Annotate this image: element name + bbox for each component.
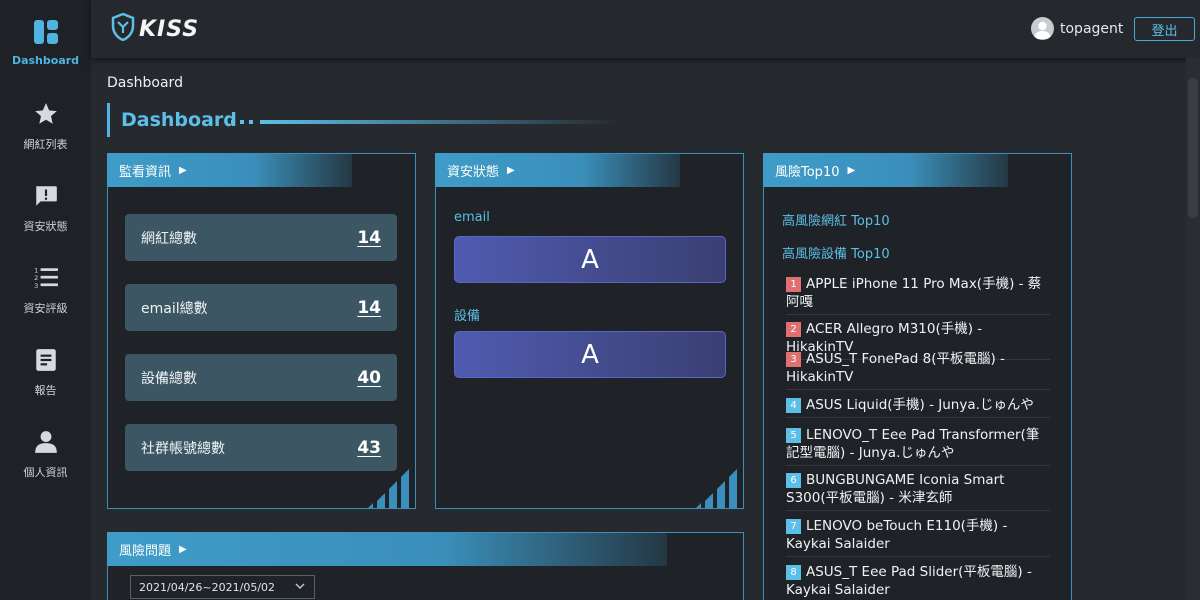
logout-button[interactable]: 登出: [1134, 17, 1195, 41]
sidebar-item-label: 個人資訊: [23, 466, 68, 479]
list-item-text: LENOVO beTouch E110(手機) - Kaykai Salaide…: [786, 518, 1008, 552]
sidebar-item-label: 網紅列表: [23, 138, 68, 151]
rank-badge: 2: [786, 322, 801, 337]
page-title: Dashboard: [121, 109, 237, 131]
sidebar-item-report[interactable]: 報告: [0, 346, 91, 416]
list-item-text: ASUS_T FonePad 8(平板電腦) - HikakinTV: [786, 351, 1005, 385]
corner-decoration: [695, 469, 737, 509]
stat-label: 社群帳號總數: [141, 440, 225, 457]
dashboard-icon: [32, 18, 60, 46]
sidebar-item-label: Dashboard: [11, 54, 80, 67]
list-item-text: ASUS_T Eee Pad Slider(平板電腦) - Kaykai Sal…: [786, 564, 1032, 598]
high-risk-influencer-link[interactable]: 高風險網紅 Top10: [782, 210, 890, 229]
panel-title: 風險Top10: [775, 164, 840, 180]
monitor-panel-header[interactable]: 監看資訊 ▶: [107, 153, 352, 187]
list-item[interactable]: 4 ASUS Liquid(手機) - Junya.じゅんや: [786, 396, 1050, 418]
stat-card-social-accounts[interactable]: 社群帳號總數 43: [125, 424, 397, 471]
sidebar-item-security-rating[interactable]: 1 2 3 資安評級: [0, 264, 91, 334]
security-status-panel-header[interactable]: 資安狀態 ▶: [435, 153, 680, 187]
scrollbar[interactable]: [1186, 58, 1200, 600]
stat-value[interactable]: 40: [357, 368, 381, 388]
panel-title: 資安狀態: [447, 164, 500, 180]
high-risk-device-link[interactable]: 高風險設備 Top10: [782, 243, 890, 262]
rank-badge: 3: [786, 352, 801, 367]
date-range-select[interactable]: 2021/04/26~2021/05/02: [130, 575, 315, 599]
shield-logo-icon: [111, 12, 135, 45]
stat-label: 網紅總數: [141, 230, 197, 247]
corner-decoration: [367, 469, 409, 509]
stat-card-emails[interactable]: email總數 14: [125, 284, 397, 331]
list-item[interactable]: 8 ASUS_T Eee Pad Slider(平板電腦) - Kaykai Sa…: [786, 563, 1050, 600]
svg-text:3: 3: [34, 282, 38, 290]
rank-badge: 6: [786, 473, 801, 488]
monitor-panel: 監看資訊 ▶ 網紅總數 14 email總數 14 設備總數 40 社群帳號總數…: [107, 153, 416, 509]
list-item-text: ASUS Liquid(手機) - Junya.じゅんや: [806, 397, 1034, 413]
list-item-text: APPLE iPhone 11 Pro Max(手機) - 蔡阿嘎: [786, 276, 1042, 310]
sidebar-item-dashboard[interactable]: Dashboard: [0, 18, 91, 88]
device-label: 設備: [454, 309, 481, 324]
email-label: email: [454, 210, 490, 225]
device-grade[interactable]: A: [454, 331, 726, 378]
rank-badge: 4: [786, 398, 801, 413]
user-menu[interactable]: topagent: [1031, 17, 1123, 40]
sidebar: Dashboard 網紅列表 資安狀態 1 2 3 資安評級 報告 個人資訊: [0, 0, 91, 600]
stat-card-devices[interactable]: 設備總數 40: [125, 354, 397, 401]
stat-label: 設備總數: [141, 370, 197, 387]
list-item[interactable]: 3 ASUS_T FonePad 8(平板電腦) - HikakinTV: [786, 350, 1050, 390]
breadcrumb: Dashboard: [107, 75, 183, 91]
scrollbar-thumb[interactable]: [1188, 78, 1198, 218]
sidebar-item-label: 資安狀態: [23, 220, 68, 233]
top-bar: KISS topagent 登出: [91, 0, 1200, 58]
risk-issues-panel: 風險問題 ▶ 2021/04/26~2021/05/02: [107, 532, 744, 600]
alert-message-icon: [32, 182, 60, 210]
risk-issues-panel-header[interactable]: 風險問題 ▶: [107, 532, 667, 566]
list-item[interactable]: 1 APPLE iPhone 11 Pro Max(手機) - 蔡阿嘎: [786, 275, 1050, 315]
stat-value[interactable]: 14: [357, 228, 381, 248]
play-arrow-icon: ▶: [179, 543, 187, 555]
list-item[interactable]: 5 LENOVO_T Eee Pad Transformer(筆記型電腦) - J…: [786, 426, 1050, 466]
ordered-list-icon: 1 2 3: [32, 264, 60, 292]
stat-value[interactable]: 14: [357, 298, 381, 318]
rank-badge: 8: [786, 565, 801, 580]
document-icon: [32, 346, 60, 374]
stat-card-influencers[interactable]: 網紅總數 14: [125, 214, 397, 261]
sidebar-item-label: 資安評級: [23, 302, 68, 315]
sidebar-item-influencer-list[interactable]: 網紅列表: [0, 100, 91, 170]
username: topagent: [1060, 20, 1124, 37]
heading-accent-bar: [107, 103, 110, 137]
logo-text: KISS: [139, 16, 200, 42]
sidebar-item-personal-info[interactable]: 個人資訊: [0, 428, 91, 498]
play-arrow-icon: ▶: [179, 164, 187, 176]
logo[interactable]: KISS: [111, 12, 200, 45]
list-item[interactable]: 7 LENOVO beTouch E110(手機) - Kaykai Salaid…: [786, 517, 1050, 557]
list-item-text: LENOVO_T Eee Pad Transformer(筆記型電腦) - Ju…: [786, 427, 1040, 461]
star-icon: [32, 100, 60, 128]
date-range-value: 2021/04/26~2021/05/02: [139, 580, 276, 594]
user-icon: [32, 428, 60, 456]
play-arrow-icon: ▶: [507, 164, 515, 176]
rank-badge: 7: [786, 519, 801, 534]
play-arrow-icon: ▶: [847, 164, 856, 176]
stat-value[interactable]: 43: [357, 438, 381, 458]
security-status-panel: 資安狀態 ▶ email A 設備 A: [435, 153, 744, 509]
risk-top10-panel: 風險Top10 ▶ 高風險網紅 Top10 高風險設備 Top10 1 APPLE…: [763, 153, 1072, 600]
rank-badge: 1: [786, 277, 801, 292]
title-decoration: [231, 120, 620, 124]
risk-top10-panel-header[interactable]: 風險Top10 ▶: [763, 153, 1008, 187]
avatar: [1031, 17, 1054, 40]
rank-badge: 5: [786, 428, 801, 443]
stat-label: email總數: [141, 300, 208, 317]
sidebar-item-security-status[interactable]: 資安狀態: [0, 182, 91, 252]
chevron-down-icon: [294, 580, 306, 595]
list-item-text: BUNGBUNGAME Iconia Smart S300(平板電腦) - 米津…: [786, 472, 1005, 506]
sidebar-item-label: 報告: [34, 384, 57, 397]
list-item[interactable]: 6 BUNGBUNGAME Iconia Smart S300(平板電腦) - 米…: [786, 471, 1050, 511]
email-grade[interactable]: A: [454, 236, 726, 283]
panel-title: 風險問題: [119, 543, 172, 559]
panel-title: 監看資訊: [119, 164, 172, 180]
